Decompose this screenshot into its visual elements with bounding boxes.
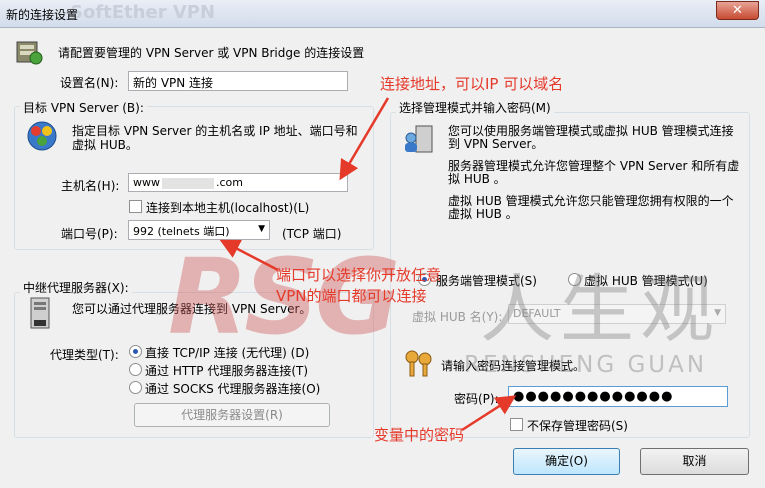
password-annotation: 变量中的密码 — [374, 426, 465, 444]
annotation-arrows — [219, 97, 517, 432]
port-annotation-line2: VPN的端口都可以连接 — [276, 287, 427, 305]
password-arrow — [461, 395, 517, 432]
port-annotation-line1: 端口可以选择你开放任意 — [276, 266, 442, 284]
port-arrow — [219, 239, 279, 272]
address-arrow — [339, 97, 390, 181]
